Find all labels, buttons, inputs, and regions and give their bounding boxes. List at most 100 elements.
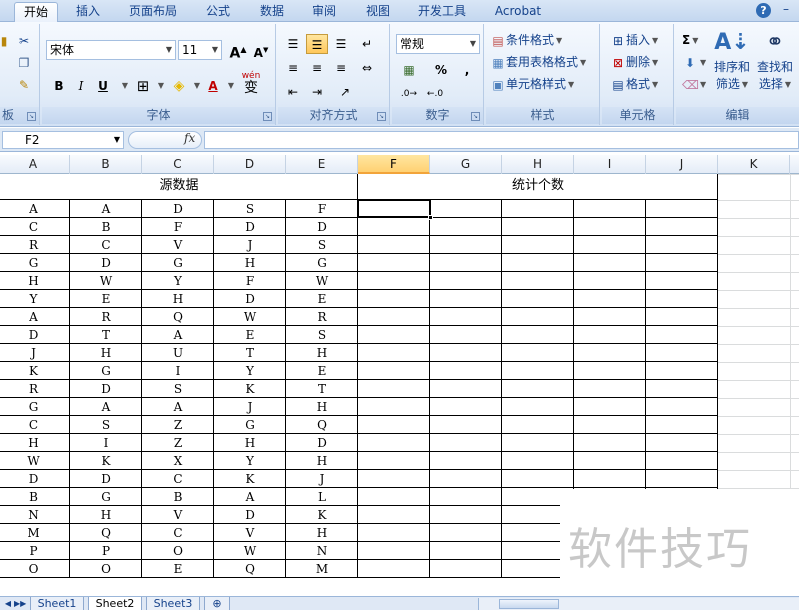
- align-middle-icon[interactable]: ☰: [306, 34, 328, 54]
- data-cell[interactable]: K: [70, 452, 142, 470]
- data-cell[interactable]: F: [214, 272, 286, 290]
- align-bottom-icon[interactable]: ☰: [330, 34, 352, 54]
- decrease-decimal-icon[interactable]: ←.0: [424, 84, 446, 104]
- autosum-button[interactable]: Σ ▼: [682, 30, 698, 50]
- data-cell[interactable]: G: [286, 254, 358, 272]
- tab-data[interactable]: 数据: [252, 2, 292, 22]
- data-cell[interactable]: G: [70, 362, 142, 380]
- data-cell[interactable]: J: [214, 236, 286, 254]
- data-cell[interactable]: H: [286, 524, 358, 542]
- data-cell[interactable]: A: [0, 200, 70, 218]
- sort-filter-button[interactable]: A⇣ 排序和 筛选 ▼: [712, 28, 752, 100]
- data-cell[interactable]: T: [286, 380, 358, 398]
- column-header-b[interactable]: B: [70, 155, 142, 174]
- column-header-k[interactable]: K: [718, 155, 790, 174]
- data-cell[interactable]: S: [286, 236, 358, 254]
- column-header-a[interactable]: A: [0, 155, 70, 174]
- data-cell[interactable]: O: [0, 560, 70, 578]
- data-cell[interactable]: X: [142, 452, 214, 470]
- data-cell[interactable]: G: [142, 254, 214, 272]
- column-header-d[interactable]: D: [214, 155, 286, 174]
- wrap-text-icon[interactable]: ↵: [356, 34, 378, 54]
- column-header-i[interactable]: I: [574, 155, 646, 174]
- data-cell[interactable]: P: [0, 542, 70, 560]
- tab-formulas[interactable]: 公式: [198, 2, 238, 22]
- data-cell[interactable]: H: [0, 272, 70, 290]
- data-cell[interactable]: S: [286, 326, 358, 344]
- first-sheet-icon[interactable]: ◀: [2, 598, 14, 610]
- data-cell[interactable]: Q: [142, 308, 214, 326]
- clear-icon[interactable]: ⌫▼: [682, 74, 706, 94]
- data-cell[interactable]: H: [70, 344, 142, 362]
- active-cell-selection[interactable]: [357, 199, 433, 220]
- data-cell[interactable]: H: [142, 290, 214, 308]
- data-cell[interactable]: S: [70, 416, 142, 434]
- merge-center-icon[interactable]: ⇔: [356, 58, 378, 78]
- data-cell[interactable]: O: [70, 560, 142, 578]
- data-cell[interactable]: R: [286, 308, 358, 326]
- data-cell[interactable]: H: [70, 506, 142, 524]
- last-sheet-icon[interactable]: ▶▶: [14, 598, 26, 610]
- orientation-icon[interactable]: ↗: [334, 82, 356, 102]
- phonetic-guide-button[interactable]: wén 变: [238, 70, 264, 98]
- data-cell[interactable]: H: [214, 254, 286, 272]
- format-as-table-button[interactable]: ▦ 套用表格格式 ▼: [490, 52, 586, 72]
- data-cell[interactable]: Y: [214, 452, 286, 470]
- cut-icon[interactable]: ✂: [16, 30, 32, 50]
- data-cell[interactable]: N: [286, 542, 358, 560]
- data-cell[interactable]: B: [142, 488, 214, 506]
- number-launcher-icon[interactable]: ↘: [471, 112, 480, 121]
- fill-handle[interactable]: [428, 215, 433, 220]
- comma-style-button[interactable]: ,: [456, 60, 478, 80]
- font-size-combo[interactable]: 11 ▼: [178, 40, 222, 60]
- data-cell[interactable]: I: [142, 362, 214, 380]
- increase-decimal-icon[interactable]: .0→: [398, 84, 420, 104]
- insert-cells-button[interactable]: ⊞ 插入 ▼: [610, 30, 658, 50]
- data-cell[interactable]: M: [286, 560, 358, 578]
- name-box[interactable]: F2 ▼: [2, 131, 124, 149]
- data-cell[interactable]: R: [0, 380, 70, 398]
- sheet-tab-1[interactable]: Sheet1: [30, 597, 84, 610]
- delete-cells-button[interactable]: ⊠ 删除 ▼: [610, 52, 658, 72]
- tab-review[interactable]: 审阅: [304, 2, 344, 22]
- data-cell[interactable]: J: [214, 398, 286, 416]
- data-cell[interactable]: G: [0, 254, 70, 272]
- data-cell[interactable]: K: [214, 380, 286, 398]
- find-select-button[interactable]: ⚭ 查找和 选择 ▼: [754, 28, 796, 100]
- data-cell[interactable]: G: [0, 398, 70, 416]
- data-cell[interactable]: D: [214, 218, 286, 236]
- format-cells-button[interactable]: ▤ 格式 ▼: [610, 74, 658, 94]
- bold-button[interactable]: B: [48, 76, 70, 96]
- data-cell[interactable]: C: [0, 218, 70, 236]
- align-left-icon[interactable]: ≡: [282, 58, 304, 78]
- data-cell[interactable]: J: [286, 470, 358, 488]
- column-header-f[interactable]: F: [358, 155, 430, 174]
- data-cell[interactable]: P: [70, 542, 142, 560]
- data-cell[interactable]: Z: [142, 416, 214, 434]
- data-cell[interactable]: R: [0, 236, 70, 254]
- data-cell[interactable]: H: [286, 344, 358, 362]
- data-cell[interactable]: I: [70, 434, 142, 452]
- help-icon[interactable]: ?: [756, 3, 771, 18]
- column-header-h[interactable]: H: [502, 155, 574, 174]
- font-name-combo[interactable]: 宋体 ▼: [46, 40, 176, 60]
- scrollbar-thumb[interactable]: [499, 599, 559, 609]
- font-launcher-icon[interactable]: ↘: [263, 112, 272, 121]
- grow-font-button[interactable]: A▲: [227, 40, 249, 62]
- data-cell[interactable]: D: [0, 470, 70, 488]
- data-cell[interactable]: M: [0, 524, 70, 542]
- data-cell[interactable]: Q: [214, 560, 286, 578]
- formula-input[interactable]: [204, 131, 799, 149]
- italic-button[interactable]: I: [70, 76, 92, 96]
- data-cell[interactable]: R: [70, 308, 142, 326]
- data-cell[interactable]: W: [214, 308, 286, 326]
- data-cell[interactable]: G: [214, 416, 286, 434]
- data-cell[interactable]: K: [0, 362, 70, 380]
- decrease-indent-icon[interactable]: ⇤: [282, 82, 304, 102]
- data-cell[interactable]: T: [214, 344, 286, 362]
- data-cell[interactable]: V: [214, 524, 286, 542]
- data-cell[interactable]: F: [142, 218, 214, 236]
- data-cell[interactable]: K: [286, 506, 358, 524]
- data-cell[interactable]: B: [0, 488, 70, 506]
- data-cell[interactable]: F: [286, 200, 358, 218]
